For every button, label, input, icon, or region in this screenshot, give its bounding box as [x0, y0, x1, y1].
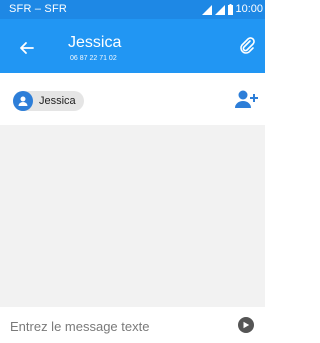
- person-icon: [13, 91, 33, 111]
- message-input[interactable]: [8, 315, 222, 337]
- conversation-title: Jessica: [68, 34, 122, 51]
- compose-bar: [0, 307, 265, 343]
- status-bar: SFR – SFR 10:00: [0, 0, 265, 19]
- battery-icon: [228, 4, 233, 15]
- app-bar: Jessica 06 87 22 71 02: [0, 19, 265, 73]
- signal-icon: [215, 5, 225, 15]
- recipients-bar: Jessica: [0, 73, 265, 125]
- clock: 10:00: [235, 3, 263, 15]
- signal-icon: [202, 5, 212, 15]
- add-contact-icon[interactable]: [233, 87, 259, 113]
- recipient-chip[interactable]: Jessica: [13, 91, 84, 111]
- phone-number: 06 87 22 71 02: [70, 55, 117, 62]
- paperclip-icon[interactable]: [237, 35, 257, 55]
- arrow-back-icon[interactable]: [18, 39, 36, 57]
- conversation-area: [0, 125, 265, 307]
- send-icon[interactable]: [238, 317, 254, 333]
- carrier-label: SFR – SFR: [9, 3, 68, 15]
- status-icons: [202, 4, 233, 15]
- recipient-name: Jessica: [39, 95, 76, 107]
